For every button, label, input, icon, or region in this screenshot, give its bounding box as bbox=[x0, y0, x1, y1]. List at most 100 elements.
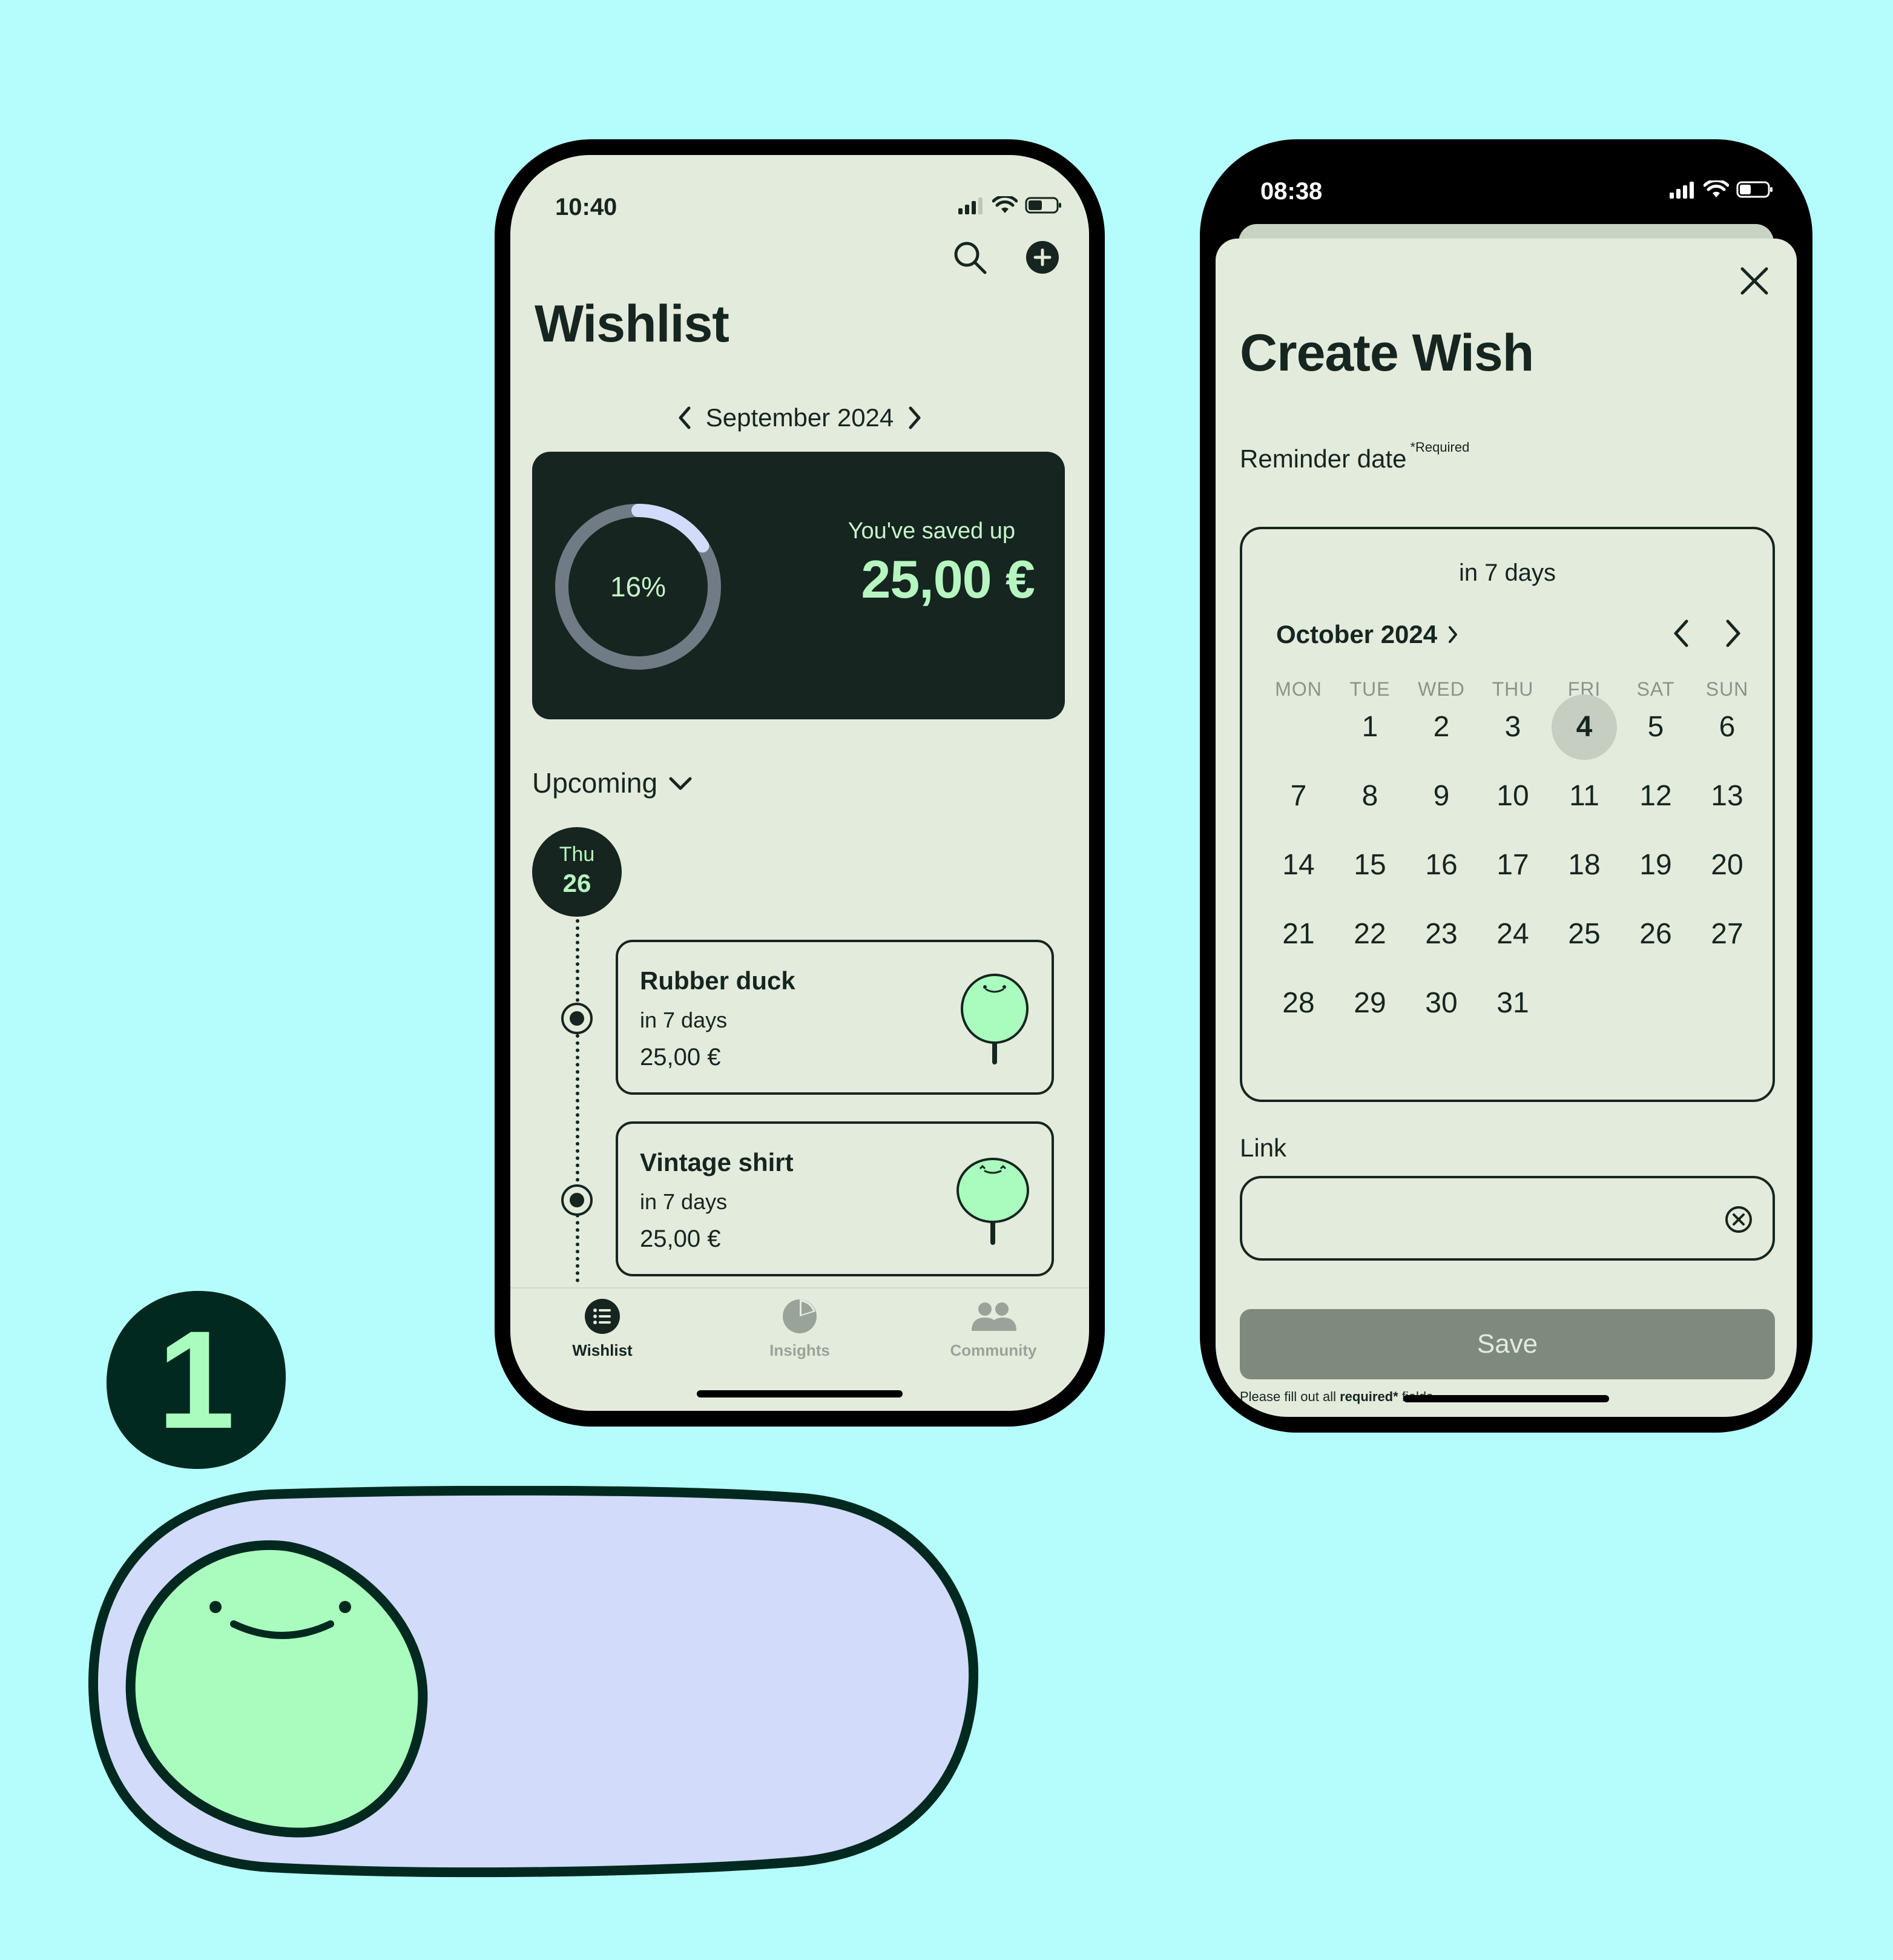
calendar-day-31[interactable]: 31 bbox=[1477, 970, 1549, 1037]
calendar-day-30[interactable]: 30 bbox=[1406, 970, 1477, 1037]
page-title: Wishlist bbox=[535, 295, 729, 353]
date-picker: in 7 days October 2024 MON TUE WED THU FRI SA… bbox=[1240, 527, 1775, 1102]
calendar-day-number: 14 bbox=[1282, 849, 1315, 881]
calendar-day-15[interactable]: 15 bbox=[1334, 832, 1406, 899]
signal-icon bbox=[1670, 182, 1694, 199]
month-label: September 2024 bbox=[705, 403, 894, 432]
add-icon[interactable] bbox=[1025, 240, 1060, 275]
calendar-day-number: 17 bbox=[1496, 849, 1529, 881]
month-navigator: September 2024 bbox=[510, 403, 1089, 432]
calendar-month-label: October 2024 bbox=[1276, 620, 1438, 648]
wishlist-phone-frame: 10:40 Wishlist September 2024 16% You've… bbox=[495, 139, 1105, 1427]
calendar-day-number: 11 bbox=[1569, 780, 1599, 812]
calendar-month-selector[interactable]: October 2024 bbox=[1276, 620, 1459, 649]
balloon-mascot-icon bbox=[961, 974, 1029, 1064]
calendar-day-22[interactable]: 22 bbox=[1334, 901, 1406, 968]
link-input[interactable] bbox=[1240, 1176, 1775, 1261]
wish-card-vintage-shirt[interactable]: Vintage shirt in 7 days 25,00 € bbox=[616, 1121, 1054, 1276]
tab-label: Wishlist bbox=[572, 1341, 633, 1359]
calendar-day-14[interactable]: 14 bbox=[1263, 832, 1334, 899]
upcoming-filter[interactable]: Upcoming bbox=[532, 767, 693, 799]
tab-label: Community bbox=[950, 1341, 1037, 1359]
calendar-day-26[interactable]: 26 bbox=[1620, 901, 1691, 968]
calendar-day-23[interactable]: 23 bbox=[1406, 901, 1477, 968]
calendar-day-18[interactable]: 18 bbox=[1549, 832, 1620, 899]
calendar-day-number: 9 bbox=[1433, 780, 1450, 812]
calendar-day-28[interactable]: 28 bbox=[1263, 970, 1334, 1037]
calendar-grid: MON TUE WED THU FRI SAT SUN 1 2 3 4 5 6 7 8 9 10 11 12 13 14… bbox=[1263, 678, 1763, 1096]
calendar-day-number: 10 bbox=[1496, 780, 1529, 812]
calendar-day-number: 19 bbox=[1639, 849, 1672, 881]
search-icon[interactable] bbox=[952, 240, 989, 276]
calendar-day-number: 2 bbox=[1433, 711, 1450, 743]
wish-name: Vintage shirt bbox=[640, 1148, 794, 1176]
calendar-day-8[interactable]: 8 bbox=[1334, 763, 1406, 830]
day-name: Thu bbox=[559, 843, 595, 866]
create-wish-phone-frame: 08:38 Create Wish Reminder date *Required bbox=[1200, 139, 1812, 1433]
calendar-day-number: 15 bbox=[1354, 849, 1386, 881]
pie-chart-icon bbox=[783, 1299, 817, 1333]
tab-community[interactable]: Community bbox=[933, 1298, 1054, 1360]
calendar-day-7[interactable]: 7 bbox=[1263, 763, 1334, 830]
calendar-day-3[interactable]: 3 bbox=[1477, 694, 1549, 761]
wifi-icon bbox=[992, 196, 1018, 213]
calendar-day-6[interactable]: 6 bbox=[1691, 694, 1763, 761]
calendar-day-9[interactable]: 9 bbox=[1406, 763, 1477, 830]
status-time: 10:40 bbox=[555, 194, 617, 220]
tab-wishlist[interactable]: Wishlist bbox=[542, 1298, 663, 1360]
calendar-day-17[interactable]: 17 bbox=[1477, 832, 1549, 899]
calendar-day-24[interactable]: 24 bbox=[1477, 901, 1549, 968]
wish-reminder: in 7 days bbox=[640, 1189, 728, 1214]
calendar-day-5[interactable]: 5 bbox=[1620, 694, 1691, 761]
calendar-day-number: 30 bbox=[1425, 987, 1458, 1019]
close-icon[interactable] bbox=[1736, 263, 1773, 299]
calendar-day-10[interactable]: 10 bbox=[1477, 763, 1549, 830]
relative-date: in 7 days bbox=[1458, 559, 1556, 586]
calendar-day-13[interactable]: 13 bbox=[1691, 763, 1763, 830]
calendar-day-29[interactable]: 29 bbox=[1334, 970, 1406, 1037]
calendar-day-1[interactable]: 1 bbox=[1334, 694, 1406, 761]
calendar-day-number: 22 bbox=[1354, 918, 1386, 950]
calendar-day-19[interactable]: 19 bbox=[1620, 832, 1691, 899]
tab-insights[interactable]: Insights bbox=[739, 1298, 860, 1360]
battery-icon bbox=[1736, 181, 1773, 198]
home-indicator bbox=[1403, 1395, 1609, 1402]
save-button[interactable]: Save bbox=[1240, 1309, 1775, 1379]
calendar-day-number: 5 bbox=[1647, 711, 1664, 743]
note-prefix: Please fill out all bbox=[1240, 1389, 1340, 1404]
previous-month-icon[interactable] bbox=[1671, 618, 1691, 649]
saved-label: You've saved up bbox=[848, 518, 1015, 544]
list-icon bbox=[585, 1299, 620, 1334]
calendar-day-number: 28 bbox=[1282, 987, 1315, 1019]
calendar-day-number: 23 bbox=[1425, 918, 1458, 950]
calendar-day-16[interactable]: 16 bbox=[1406, 832, 1477, 899]
calendar-day-number: 6 bbox=[1719, 711, 1736, 743]
calendar-day-number: 27 bbox=[1711, 918, 1743, 950]
calendar-day-number: 18 bbox=[1568, 849, 1601, 881]
chevron-left-icon[interactable] bbox=[676, 406, 694, 430]
calendar-day-4[interactable]: 4 bbox=[1549, 694, 1620, 761]
chevron-down-icon bbox=[669, 777, 692, 790]
calendar-day-2[interactable]: 2 bbox=[1406, 694, 1477, 761]
calendar-day-12[interactable]: 12 bbox=[1620, 763, 1691, 830]
calendar-day-number: 8 bbox=[1361, 780, 1378, 812]
date-bubble: Thu 26 bbox=[532, 827, 622, 917]
wish-card-rubber-duck[interactable]: Rubber duck in 7 days 25,00 € bbox=[616, 940, 1054, 1095]
calendar-day-25[interactable]: 25 bbox=[1549, 901, 1620, 968]
calendar-day-11[interactable]: 11 bbox=[1549, 763, 1620, 830]
link-label: Link bbox=[1240, 1133, 1287, 1162]
calendar-day-number: 1 bbox=[1361, 711, 1378, 743]
calendar-day-27[interactable]: 27 bbox=[1691, 901, 1763, 968]
calendar-day-number: 4 bbox=[1576, 711, 1593, 743]
chevron-right-icon[interactable] bbox=[906, 406, 924, 430]
calendar-day-21[interactable]: 21 bbox=[1263, 901, 1334, 968]
tab-label: Insights bbox=[769, 1341, 830, 1359]
calendar-day-20[interactable]: 20 bbox=[1691, 832, 1763, 899]
people-icon bbox=[972, 1302, 1016, 1331]
wish-reminder: in 7 days bbox=[640, 1008, 728, 1032]
home-indicator bbox=[697, 1390, 903, 1397]
next-month-icon[interactable] bbox=[1723, 618, 1743, 649]
create-wish-sheet: Create Wish Reminder date *Required in 7 … bbox=[1216, 239, 1797, 1417]
calendar-day-number: 25 bbox=[1568, 918, 1601, 950]
clear-input-icon[interactable] bbox=[1724, 1205, 1753, 1234]
